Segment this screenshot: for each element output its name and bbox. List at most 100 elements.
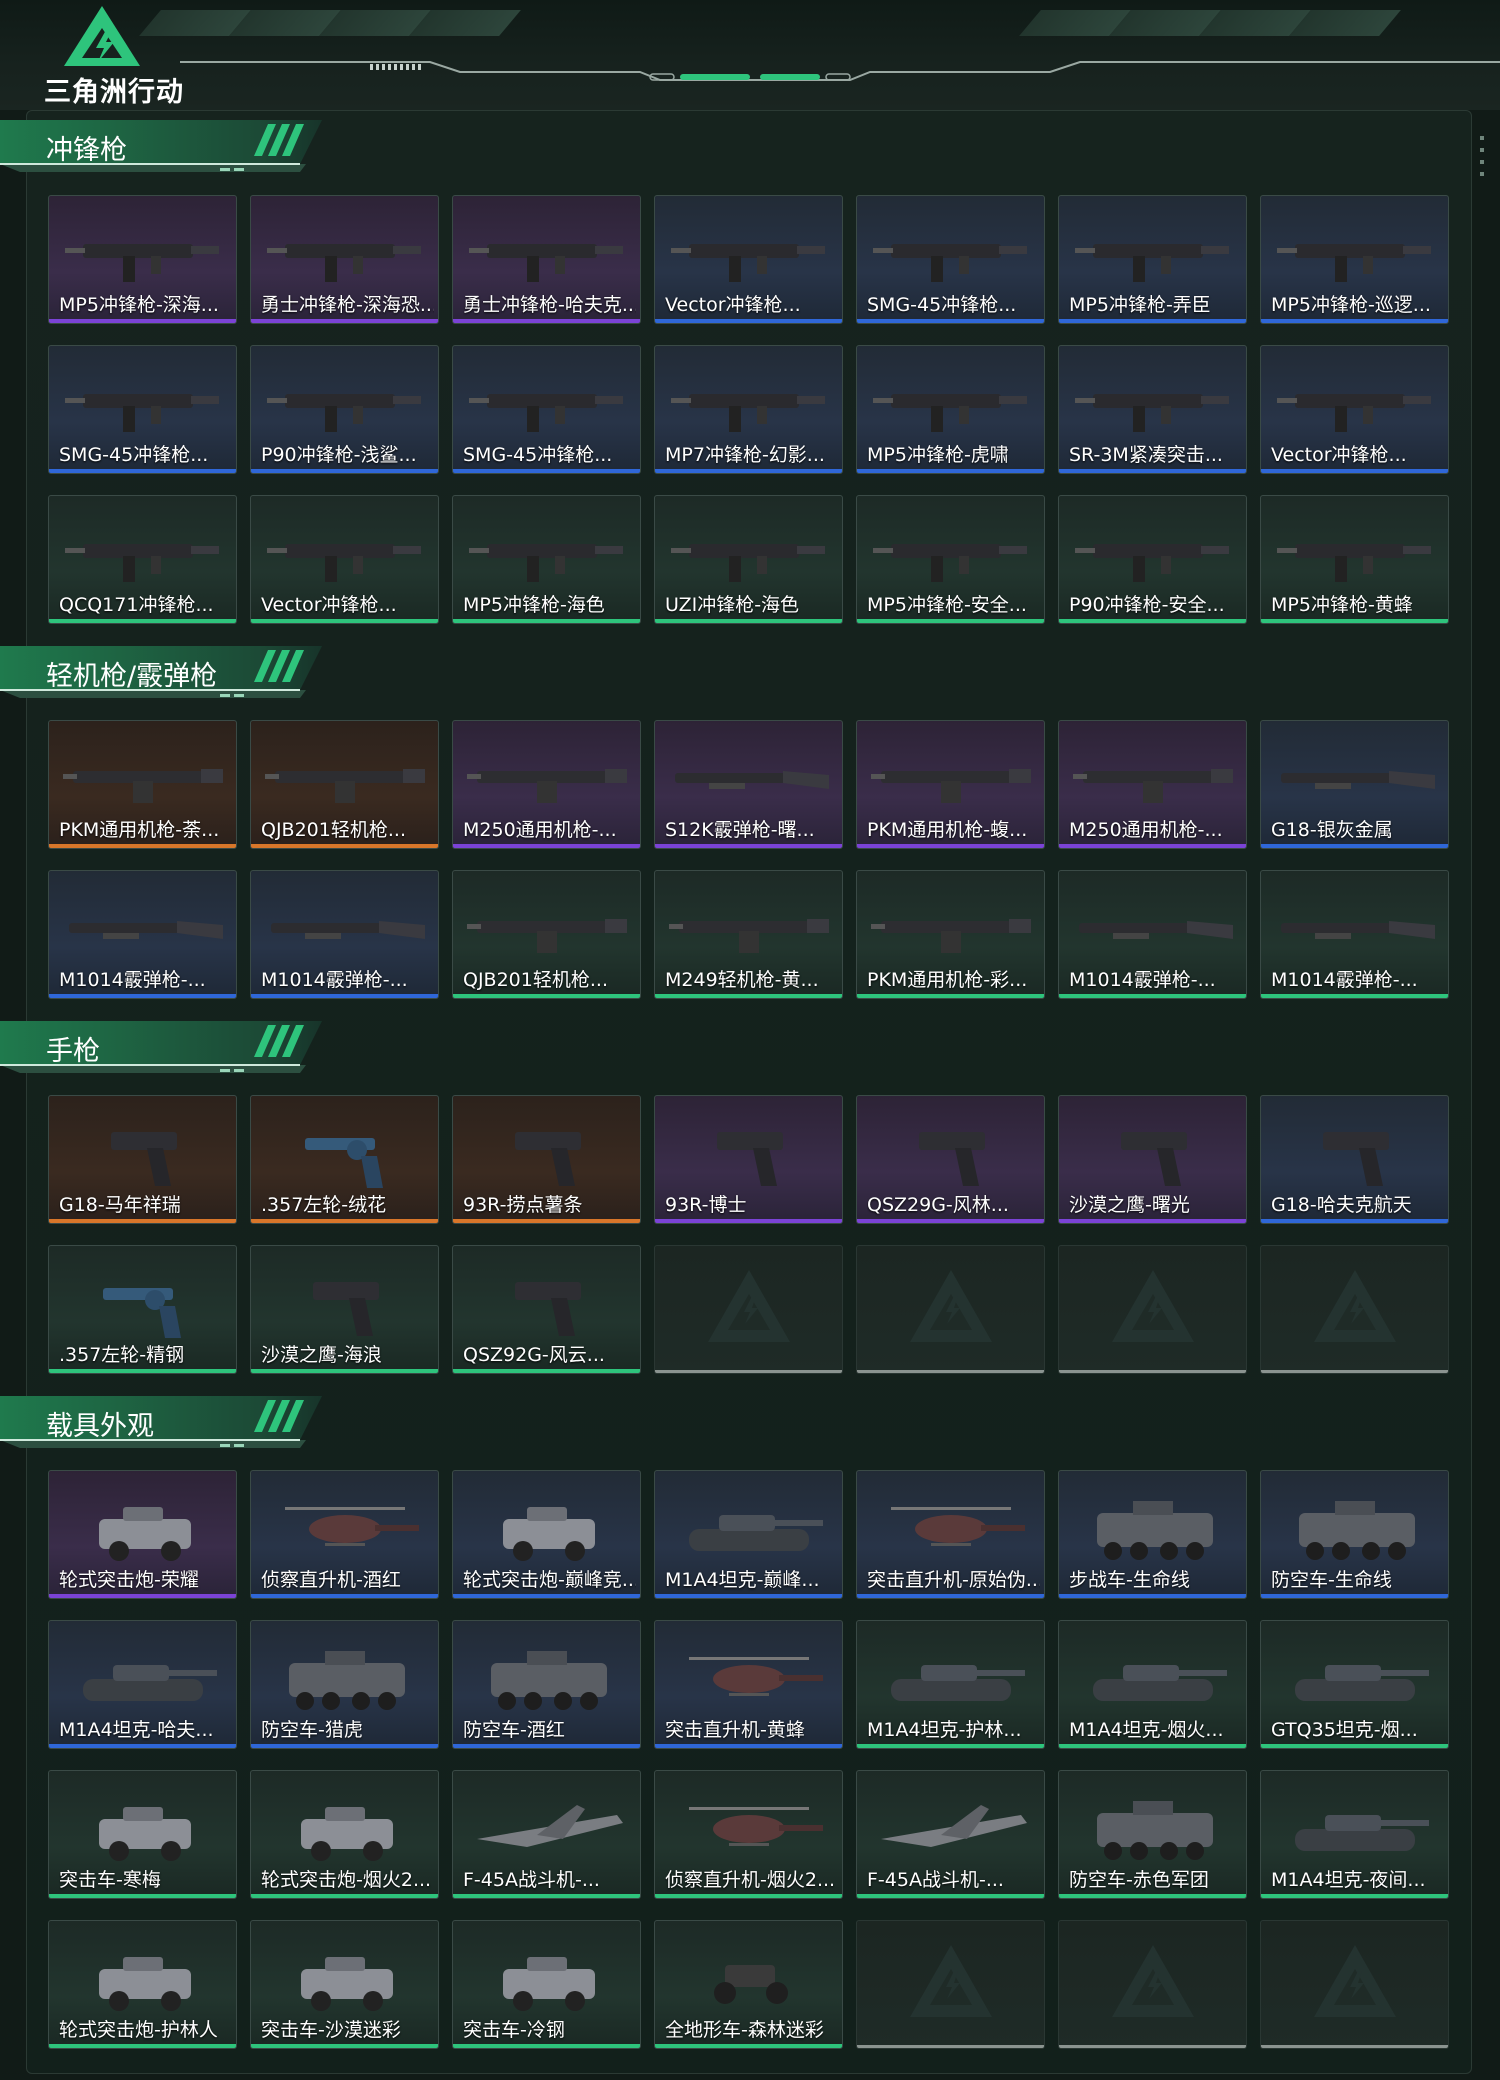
item-card[interactable]: G18-银灰金属 xyxy=(1260,720,1449,849)
item-card[interactable]: S12K霰弹枪-曙... xyxy=(654,720,843,849)
item-card[interactable]: 突击直升机-原始伪... xyxy=(856,1470,1045,1599)
smg-icon xyxy=(873,544,1027,582)
item-card[interactable]: PKM通用机枪-蝮... xyxy=(856,720,1045,849)
item-card[interactable]: P90冲锋枪-安全... xyxy=(1058,495,1247,624)
smg-icon xyxy=(267,244,421,282)
item-card[interactable]: M1014霰弹枪-... xyxy=(48,870,237,999)
item-card[interactable]: 93R-捞点薯条 xyxy=(452,1095,641,1224)
item-label: QSZ29G-风林... xyxy=(867,1194,1009,1216)
item-card[interactable]: G18-马年祥瑞 xyxy=(48,1095,237,1224)
item-card[interactable]: M1014霰弹枪-... xyxy=(250,870,439,999)
item-card[interactable]: PKM通用机枪-荼... xyxy=(48,720,237,849)
item-card[interactable]: SMG-45冲锋枪... xyxy=(856,195,1045,324)
placeholder-logo-icon xyxy=(1111,1269,1194,1342)
item-card[interactable]: P90冲锋枪-浅鲨... xyxy=(250,345,439,474)
item-label: 轮式突击炮-烟火2... xyxy=(261,1869,432,1891)
item-card[interactable]: GTQ35坦克-烟... xyxy=(1260,1620,1449,1749)
pistol-icon xyxy=(1121,1132,1187,1186)
item-card[interactable]: 轮式突击炮-巅峰竞... xyxy=(452,1470,641,1599)
item-card[interactable]: 突击车-冷钢 xyxy=(452,1920,641,2049)
item-card[interactable]: 防空车-赤色军团 xyxy=(1058,1770,1247,1899)
item-card[interactable]: 侦察直升机-烟火2... xyxy=(654,1770,843,1899)
item-card[interactable]: 侦察直升机-酒红 xyxy=(250,1470,439,1599)
item-card[interactable]: Vector冲锋枪... xyxy=(1260,345,1449,474)
item-card[interactable]: UZI冲锋枪-海色 xyxy=(654,495,843,624)
item-card[interactable]: M249轻机枪-黄... xyxy=(654,870,843,999)
item-card[interactable]: QSZ29G-风林... xyxy=(856,1095,1045,1224)
item-card[interactable]: MP5冲锋枪-海色 xyxy=(452,495,641,624)
item-card[interactable]: M1A4坦克-护林... xyxy=(856,1620,1045,1749)
rarity-bar xyxy=(1261,1894,1448,1898)
item-card[interactable]: SMG-45冲锋枪... xyxy=(48,345,237,474)
section-title: 轻机枪/霰弹枪 xyxy=(46,661,218,692)
item-card[interactable]: G18-哈夫克航天 xyxy=(1260,1095,1449,1224)
item-card[interactable]: 勇士冲锋枪-深海恐... xyxy=(250,195,439,324)
item-card[interactable]: M1A4坦克-烟火... xyxy=(1058,1620,1247,1749)
item-card[interactable]: MP5冲锋枪-巡逻... xyxy=(1260,195,1449,324)
item-card[interactable]: MP5冲锋枪-深海... xyxy=(48,195,237,324)
rarity-bar xyxy=(1261,1594,1448,1598)
rarity-bar xyxy=(857,469,1044,473)
lmg-icon xyxy=(871,769,1031,803)
item-card[interactable]: MP5冲锋枪-虎啸 xyxy=(856,345,1045,474)
item-card[interactable]: MP5冲锋枪-黄蜂 xyxy=(1260,495,1449,624)
rarity-bar xyxy=(251,1369,438,1373)
item-card[interactable]: 轮式突击炮-荣耀 xyxy=(48,1470,237,1599)
item-card[interactable]: MP5冲锋枪-安全... xyxy=(856,495,1045,624)
armored-car-icon xyxy=(99,1807,191,1861)
smg-icon xyxy=(1277,244,1431,282)
section-header: 手枪 xyxy=(0,1021,330,1077)
item-card[interactable]: M1A4坦克-巅峰... xyxy=(654,1470,843,1599)
item-card[interactable]: F-45A战斗机-... xyxy=(856,1770,1045,1899)
rarity-bar xyxy=(453,1219,640,1223)
item-label: M1A4坦克-巅峰... xyxy=(665,1569,820,1591)
item-card[interactable]: 防空车-生命线 xyxy=(1260,1470,1449,1599)
item-card[interactable]: 防空车-猎虎 xyxy=(250,1620,439,1749)
item-label: 步战车-生命线 xyxy=(1069,1569,1190,1591)
item-label: QJB201轻机枪... xyxy=(261,819,406,841)
rarity-bar xyxy=(1059,1894,1246,1898)
item-card[interactable]: QJB201轻机枪... xyxy=(452,870,641,999)
item-card[interactable]: M1A4坦克-哈夫... xyxy=(48,1620,237,1749)
item-card[interactable]: QCQ171冲锋枪... xyxy=(48,495,237,624)
item-card[interactable]: 沙漠之鹰-海浪 xyxy=(250,1245,439,1374)
rarity-bar xyxy=(251,2044,438,2048)
item-card[interactable]: 全地形车-森林迷彩 xyxy=(654,1920,843,2049)
item-card[interactable]: 轮式突击炮-烟火2... xyxy=(250,1770,439,1899)
smg-icon xyxy=(1075,544,1229,582)
item-card[interactable]: 突击车-寒梅 xyxy=(48,1770,237,1899)
item-card[interactable]: 防空车-酒红 xyxy=(452,1620,641,1749)
rarity-bar xyxy=(49,844,236,848)
shotgun-icon xyxy=(1281,921,1435,939)
item-card[interactable]: 突击直升机-黄蜂 xyxy=(654,1620,843,1749)
item-card[interactable]: M1014霰弹枪-... xyxy=(1058,870,1247,999)
item-card[interactable]: QJB201轻机枪... xyxy=(250,720,439,849)
item-card[interactable]: 步战车-生命线 xyxy=(1058,1470,1247,1599)
item-card[interactable]: SR-3M紧凑突击... xyxy=(1058,345,1247,474)
item-card[interactable]: F-45A战斗机-... xyxy=(452,1770,641,1899)
item-card[interactable]: 轮式突击炮-护林人 xyxy=(48,1920,237,2049)
item-card[interactable]: M1A4坦克-夜间... xyxy=(1260,1770,1449,1899)
item-card[interactable]: MP7冲锋枪-幻影... xyxy=(654,345,843,474)
scrollbar[interactable] xyxy=(1480,136,1486,184)
item-card[interactable]: .357左轮-精钢 xyxy=(48,1245,237,1374)
item-label: M1014霰弹枪-... xyxy=(59,969,206,991)
section-title: 手枪 xyxy=(46,1036,100,1067)
item-card[interactable]: M250通用机枪-... xyxy=(1058,720,1247,849)
item-card[interactable]: PKM通用机枪-彩... xyxy=(856,870,1045,999)
item-card[interactable]: 沙漠之鹰-曙光 xyxy=(1058,1095,1247,1224)
item-card[interactable]: MP5冲锋枪-弄臣 xyxy=(1058,195,1247,324)
item-card[interactable]: SMG-45冲锋枪... xyxy=(452,345,641,474)
item-card[interactable]: 勇士冲锋枪-哈夫克... xyxy=(452,195,641,324)
item-card[interactable]: 93R-博士 xyxy=(654,1095,843,1224)
rarity-bar xyxy=(857,844,1044,848)
placeholder-logo-icon xyxy=(1111,1944,1194,2017)
item-card[interactable]: QSZ92G-风云... xyxy=(452,1245,641,1374)
item-card[interactable]: Vector冲锋枪... xyxy=(654,195,843,324)
item-card[interactable]: M250通用机枪-... xyxy=(452,720,641,849)
item-card[interactable]: .357左轮-绒花 xyxy=(250,1095,439,1224)
item-card[interactable]: 突击车-沙漠迷彩 xyxy=(250,1920,439,2049)
item-card[interactable]: Vector冲锋枪... xyxy=(250,495,439,624)
item-card[interactable]: M1014霰弹枪-... xyxy=(1260,870,1449,999)
rarity-bar xyxy=(49,319,236,323)
